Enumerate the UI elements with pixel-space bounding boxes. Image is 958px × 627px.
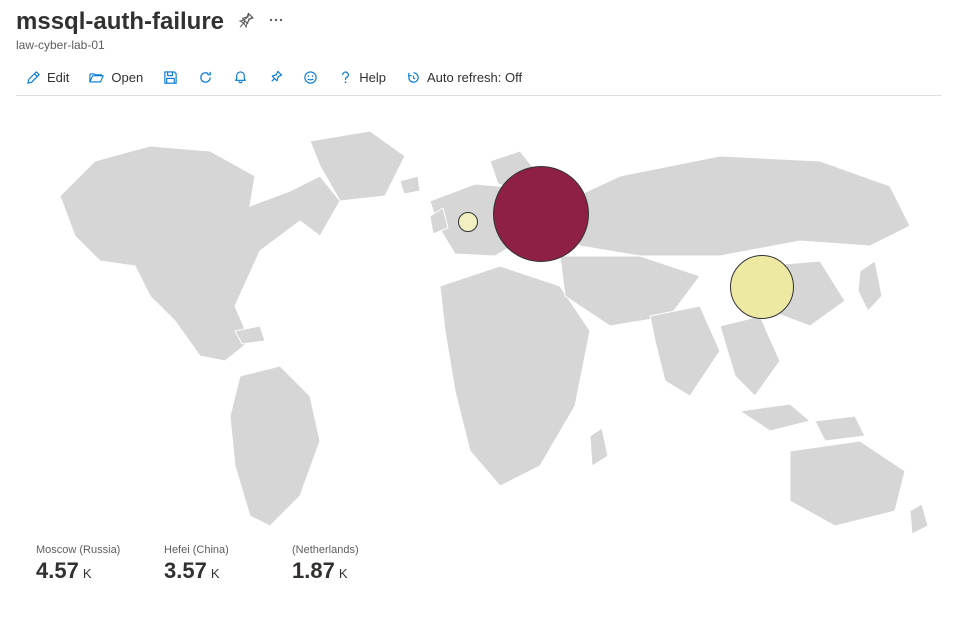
stat-block: Moscow (Russia) 4.57 K	[36, 544, 124, 584]
pin-icon[interactable]	[238, 12, 254, 33]
help-icon	[338, 70, 353, 85]
stat-value: 4.57 K	[36, 558, 124, 584]
edit-button[interactable]: Edit	[16, 66, 79, 89]
stat-value: 3.57 K	[164, 558, 252, 584]
world-map[interactable]	[0, 106, 958, 536]
open-label: Open	[111, 70, 143, 85]
save-icon	[163, 70, 178, 85]
stat-label: (Netherlands)	[292, 544, 380, 556]
pin-icon	[268, 70, 283, 85]
stat-label: Hefei (China)	[164, 544, 252, 556]
stat-block: Hefei (China) 3.57 K	[164, 544, 252, 584]
autorefresh-label: Auto refresh: Off	[427, 70, 522, 85]
autorefresh-button[interactable]: Auto refresh: Off	[396, 66, 532, 89]
stats-row: Moscow (Russia) 4.57 K Hefei (China) 3.57 K…	[0, 536, 958, 584]
save-button[interactable]	[153, 66, 188, 89]
stat-suffix: K	[83, 566, 92, 581]
page-title: mssql-auth-failure	[16, 8, 224, 36]
help-label: Help	[359, 70, 386, 85]
map-bubble[interactable]	[493, 166, 589, 262]
open-button[interactable]: Open	[79, 66, 153, 89]
map-bubble[interactable]	[730, 255, 794, 319]
more-icon[interactable]	[268, 12, 284, 33]
map-svg	[0, 106, 958, 536]
pencil-icon	[26, 70, 41, 85]
help-button[interactable]: Help	[328, 66, 396, 89]
folder-open-icon	[89, 70, 105, 85]
notify-button[interactable]	[223, 66, 258, 89]
clock-refresh-icon	[406, 70, 421, 85]
pin-toolbar-button[interactable]	[258, 66, 293, 89]
workspace-name: law-cyber-lab-01	[16, 38, 942, 52]
stat-value: 1.87 K	[292, 558, 380, 584]
smiley-icon	[303, 70, 318, 85]
bell-icon	[233, 70, 248, 85]
refresh-icon	[198, 70, 213, 85]
stat-label: Moscow (Russia)	[36, 544, 124, 556]
refresh-button[interactable]	[188, 66, 223, 89]
stat-suffix: K	[211, 566, 220, 581]
toolbar: Edit Open Help Auto refresh: Off	[16, 66, 942, 96]
stat-block: (Netherlands) 1.87 K	[292, 544, 380, 584]
stat-suffix: K	[339, 566, 348, 581]
feedback-button[interactable]	[293, 66, 328, 89]
edit-label: Edit	[47, 70, 69, 85]
